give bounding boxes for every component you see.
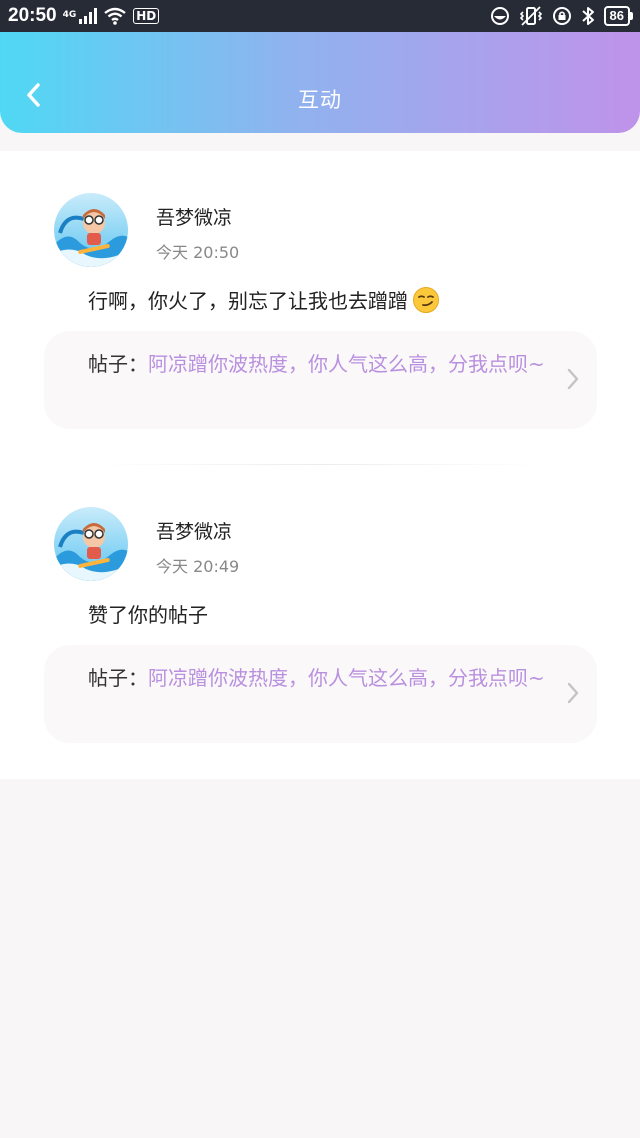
signal-icon (79, 8, 98, 24)
vibrate-icon (519, 6, 542, 26)
network-type: 4G (62, 10, 77, 20)
avatar[interactable] (54, 507, 128, 581)
eye-comfort-icon (490, 7, 509, 25)
notification-list: 吾梦微凉 今天 20:50 行啊，你火了，别忘了让我也去蹭蹭 帖子：阿凉蹭你波热… (0, 151, 640, 779)
chevron-right-icon (567, 682, 579, 704)
post-card[interactable]: 帖子：阿凉蹭你波热度，你人气这么高，分我点呗~ (44, 331, 597, 429)
message-content: 行啊，你火了，别忘了让我也去蹭蹭 (88, 289, 408, 313)
post-title: 阿凉蹭你波热度，你人气这么高，分我点呗~ (148, 352, 545, 376)
avatar[interactable] (54, 193, 128, 267)
timestamp: 今天 20:49 (156, 557, 240, 576)
page-header: 互动 (0, 32, 640, 133)
message-text: 行啊，你火了，别忘了让我也去蹭蹭 (88, 285, 440, 314)
notification-item: 吾梦微凉 今天 20:49 赞了你的帖子 帖子：阿凉蹭你波热度，你人气这么高，分… (0, 465, 640, 779)
smirk-emoji-icon (413, 286, 439, 313)
chevron-right-icon (567, 368, 579, 390)
post-label: 帖子： (88, 666, 148, 690)
bluetooth-icon (581, 7, 594, 25)
status-bar: 20:50 4G HD 86 (0, 0, 640, 32)
status-time: 20:50 (8, 5, 57, 26)
rotation-lock-icon (552, 7, 571, 25)
username[interactable]: 吾梦微凉 (156, 517, 232, 544)
message-content: 赞了你的帖子 (88, 603, 208, 627)
hd-badge: HD (133, 8, 160, 24)
page-title: 互动 (298, 88, 342, 112)
message-text: 赞了你的帖子 (88, 599, 208, 628)
post-label: 帖子： (88, 352, 148, 376)
timestamp: 今天 20:50 (156, 243, 240, 262)
notification-item: 吾梦微凉 今天 20:50 行啊，你火了，别忘了让我也去蹭蹭 帖子：阿凉蹭你波热… (0, 151, 640, 465)
post-reference: 帖子：阿凉蹭你波热度，你人气这么高，分我点呗~ (88, 349, 564, 380)
username[interactable]: 吾梦微凉 (156, 203, 232, 230)
post-card[interactable]: 帖子：阿凉蹭你波热度，你人气这么高，分我点呗~ (44, 645, 597, 743)
post-title: 阿凉蹭你波热度，你人气这么高，分我点呗~ (148, 666, 545, 690)
post-reference: 帖子：阿凉蹭你波热度，你人气这么高，分我点呗~ (88, 663, 564, 694)
wifi-icon (104, 7, 127, 25)
battery-indicator: 86 (603, 6, 634, 26)
